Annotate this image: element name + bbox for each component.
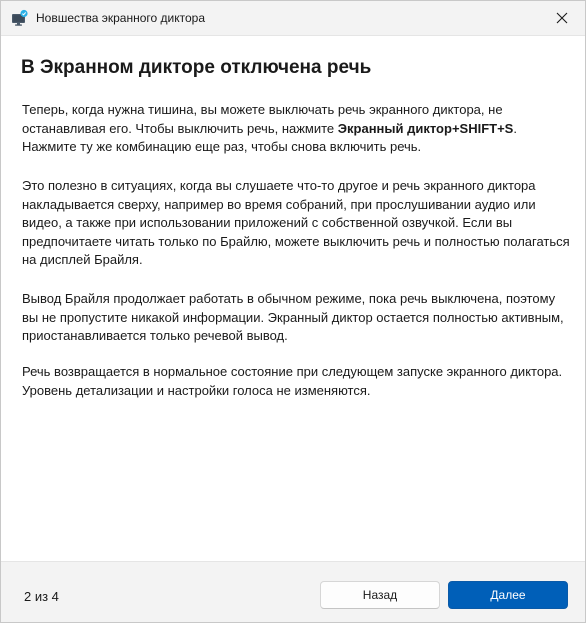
page-indicator: 2 из 4 — [24, 589, 59, 604]
title-bar: Новшества экранного диктора — [1, 1, 585, 35]
page-heading: В Экранном дикторе отключена речь — [21, 57, 372, 78]
shortcut-keys: Экранный диктор+SHIFT+S — [337, 120, 514, 136]
window-title: Новшества экранного диктора — [36, 11, 206, 25]
close-button[interactable] — [539, 1, 585, 35]
paragraph-use-cases: Это полезно в ситуациях, когда вы слушае… — [22, 178, 570, 268]
next-button[interactable]: Далее — [448, 581, 568, 609]
content-pane: В Экранном дикторе отключена речь Теперь… — [1, 35, 585, 562]
paragraph-braille: Вывод Брайля продолжает работать в обычн… — [22, 291, 564, 344]
narrator-whats-new-window: Новшества экранного диктора В Экранном д… — [0, 0, 586, 623]
footer-bar: 2 из 4 Назад Далее — [1, 562, 585, 622]
close-icon — [556, 12, 568, 24]
narrator-monitor-icon — [11, 9, 29, 27]
back-button[interactable]: Назад — [320, 581, 440, 609]
paragraph-shortcut: Теперь, когда нужна тишина, вы можете вы… — [22, 101, 570, 157]
paragraph-restore: Речь возвращается в нормальное состояние… — [22, 364, 563, 398]
